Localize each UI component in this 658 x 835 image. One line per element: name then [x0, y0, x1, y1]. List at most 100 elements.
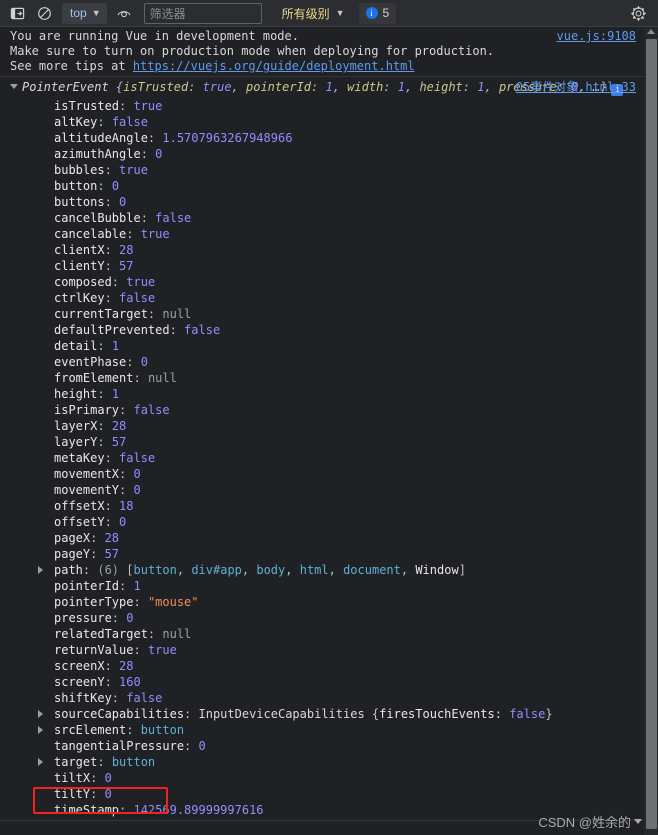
- clear-console-icon[interactable]: [31, 2, 57, 24]
- property-row-composed: composed: true: [54, 275, 156, 289]
- warning-line-3-prefix: See more tips at: [10, 59, 133, 73]
- chevron-down-icon[interactable]: [10, 84, 18, 89]
- property-key: button: [54, 179, 98, 193]
- property-row-isPrimary: isPrimary: false: [54, 403, 170, 417]
- property-row-target[interactable]: target: button: [0, 754, 658, 770]
- property-row-currentTarget: currentTarget: null: [54, 307, 192, 321]
- property-row-azimuthAngle: azimuthAngle: 0: [54, 147, 163, 161]
- property-key: bubbles: [54, 163, 105, 177]
- filter-input[interactable]: 筛选器: [143, 2, 262, 24]
- property-row-layerY: layerY: 57: [54, 435, 127, 449]
- property-value: 18: [119, 499, 134, 513]
- caret-down-icon: [634, 819, 642, 824]
- property-row-bubbles: bubbles: true: [54, 163, 148, 177]
- property-value: 0: [140, 355, 148, 369]
- property-value: 142569.89999997616: [133, 803, 264, 817]
- log-level-label: 所有级别: [281, 6, 330, 21]
- property-row-shiftKey: shiftKey: false: [54, 691, 163, 705]
- log-level-select[interactable]: 所有级别 ▼: [276, 3, 351, 24]
- property-row-tiltX: tiltX: 0: [54, 771, 112, 785]
- property-row-pointerId: pointerId: 1: [54, 579, 141, 593]
- property-key: buttons: [54, 195, 105, 209]
- live-expression-eye-icon[interactable]: [111, 2, 137, 24]
- scrollbar-thumb[interactable]: [646, 39, 657, 829]
- source-link-vue[interactable]: vue.js:9108: [557, 29, 636, 44]
- property-key: srcElement: [54, 723, 127, 737]
- property-key: cancelable: [54, 227, 127, 241]
- property-key: target: [54, 755, 98, 769]
- settings-gear-icon[interactable]: [625, 2, 651, 24]
- property-row-tiltY: tiltY: 0: [54, 787, 112, 801]
- property-key: movementX: [54, 467, 120, 481]
- disclosure-triangle-icon[interactable]: [38, 726, 43, 734]
- disclosure-triangle-icon[interactable]: [38, 758, 43, 766]
- property-row-offsetY: offsetY: 0: [54, 515, 127, 529]
- property-row-clientX: clientX: 28: [54, 243, 134, 257]
- property-value: 1.5707963267948966: [162, 131, 293, 145]
- property-value: 1: [133, 579, 141, 593]
- issues-count: 5: [382, 6, 390, 20]
- property-value: 57: [104, 547, 120, 561]
- scroll-up-arrow-icon[interactable]: [647, 29, 655, 34]
- issues-chip[interactable]: i 5: [358, 2, 397, 24]
- disclosure-triangle-icon[interactable]: [38, 710, 43, 718]
- property-row-button: button: 0: [54, 179, 120, 193]
- property-value: 0: [133, 467, 141, 481]
- console-output[interactable]: vue.js:9108 You are running Vue in devel…: [0, 27, 658, 835]
- property-value: false: [155, 211, 192, 225]
- property-value: (6) [button, div#app, body, html, docume…: [97, 563, 466, 577]
- watermark-text: CSDN @姓余的: [538, 815, 631, 830]
- property-value: false: [111, 115, 148, 129]
- property-row-screenY: screenY: 160: [54, 675, 141, 689]
- property-key: height: [54, 387, 98, 401]
- property-key: path: [54, 563, 83, 577]
- property-key: screenX: [54, 659, 105, 673]
- property-key: timeStamp: [54, 803, 120, 817]
- property-key: currentTarget: [54, 307, 148, 321]
- warning-line-3: See more tips at https://vuejs.org/guide…: [10, 59, 642, 74]
- property-row-altKey: altKey: false: [54, 115, 148, 129]
- property-value: 28: [111, 419, 127, 433]
- property-value: 0: [198, 739, 206, 753]
- execution-context-select[interactable]: top ▼: [62, 2, 107, 24]
- pointer-event-property-list: isTrusted: true altKey: false altitudeAngl…: [0, 98, 658, 818]
- property-value: 0: [126, 611, 134, 625]
- property-value: 28: [119, 243, 134, 257]
- pointer-event-header[interactable]: 05事件对象.html:33 PointerEvent {isTrusted: …: [0, 77, 658, 98]
- property-key: pointerType: [54, 595, 134, 609]
- property-value: 0: [155, 147, 163, 161]
- property-row-height: height: 1: [54, 387, 120, 401]
- source-link-event[interactable]: 05事件对象.html:33: [516, 79, 636, 95]
- property-key: tiltY: [54, 787, 91, 801]
- property-value: null: [147, 371, 177, 385]
- property-value: 0: [104, 771, 112, 785]
- property-row-pressure: pressure: 0: [54, 611, 134, 625]
- property-row-srcElement[interactable]: srcElement: button: [0, 722, 658, 738]
- disclosure-triangle-icon[interactable]: [38, 566, 43, 574]
- sidebar-toggle-icon[interactable]: [4, 2, 30, 24]
- vertical-scrollbar[interactable]: [644, 27, 658, 835]
- property-row-offsetX: offsetX: 18: [54, 499, 134, 513]
- property-value: 1: [111, 387, 120, 401]
- chevron-down-icon: ▼: [335, 8, 345, 18]
- property-key: screenY: [54, 675, 105, 689]
- filter-placeholder-text: 筛选器: [149, 6, 186, 21]
- property-key: ctrlKey: [54, 291, 105, 305]
- property-row-movementY: movementY: 0: [54, 483, 141, 497]
- property-key: tangentialPressure: [54, 739, 185, 753]
- property-key: pageY: [54, 547, 91, 561]
- property-row-layerX: layerX: 28: [54, 419, 127, 433]
- property-key: movementY: [54, 483, 120, 497]
- property-value: false: [119, 451, 156, 465]
- property-value: 160: [119, 675, 141, 689]
- property-value: 57: [111, 435, 127, 449]
- property-row-path[interactable]: path: (6) [button, div#app, body, html, …: [0, 562, 658, 578]
- deployment-guide-link[interactable]: https://vuejs.org/guide/deployment.html: [133, 59, 415, 73]
- property-row-pageX: pageX: 28: [54, 531, 120, 545]
- property-value: 0: [111, 179, 120, 193]
- property-key: layerX: [54, 419, 98, 433]
- property-key: tiltX: [54, 771, 91, 785]
- property-key: clientX: [54, 243, 105, 257]
- property-row-sourceCapabilities[interactable]: sourceCapabilities: InputDeviceCapabilit…: [0, 706, 658, 722]
- issues-info-icon: i: [365, 7, 378, 19]
